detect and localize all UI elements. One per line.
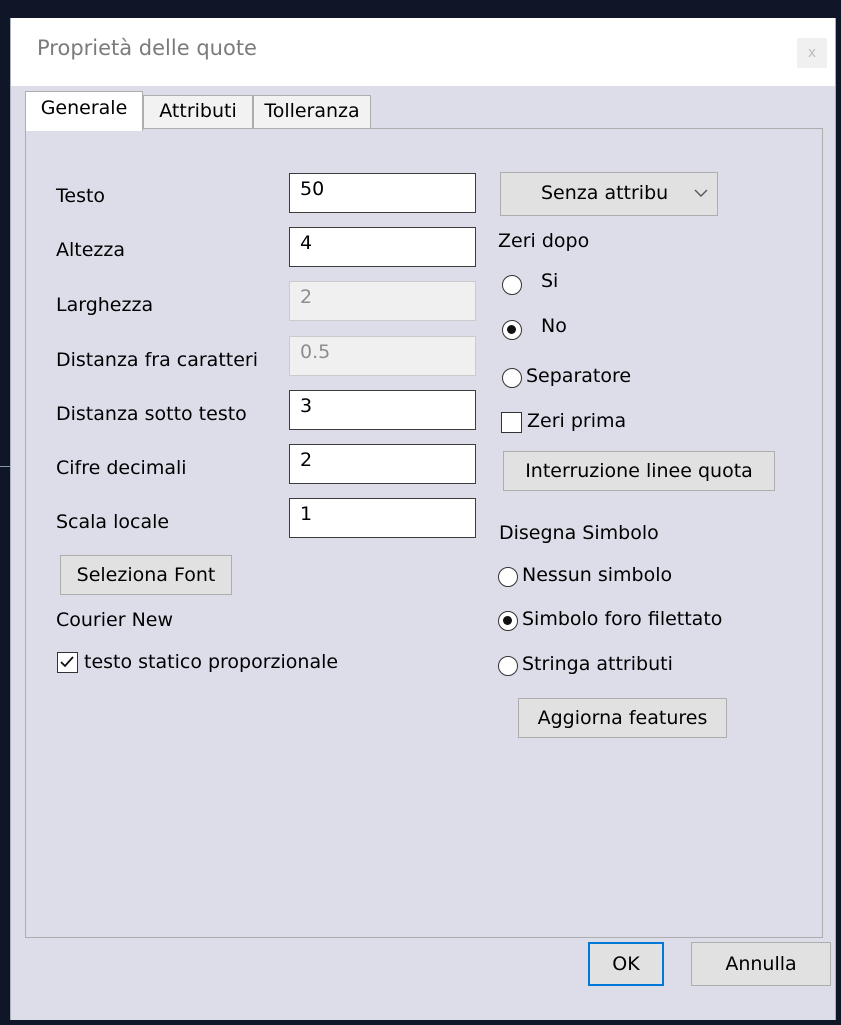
distance-below-text-input[interactable]: 3 <box>289 390 476 430</box>
zeros-after-title: Zeri dopo <box>498 230 590 252</box>
attribute-string-label[interactable]: Stringa attributi <box>522 653 673 675</box>
threaded-hole-symbol-radio[interactable] <box>498 611 518 631</box>
decimal-digits-label: Cifre decimali <box>56 457 187 479</box>
tab-attributi[interactable]: Attributi <box>143 95 253 128</box>
close-button[interactable]: x <box>797 38 827 68</box>
tab-generale[interactable]: Generale <box>25 91 143 131</box>
local-scale-input[interactable]: 1 <box>289 498 476 538</box>
no-symbol-radio[interactable] <box>498 567 518 587</box>
window-title: Proprietà delle quote <box>37 36 257 60</box>
font-name: Courier New <box>56 609 174 631</box>
zeros-after-separator-label[interactable]: Separatore <box>526 365 631 387</box>
no-symbol-label[interactable]: Nessun simbolo <box>522 564 672 586</box>
char-spacing-label: Distanza fra caratteri <box>56 349 259 371</box>
width-input: 2 <box>289 281 476 321</box>
zeros-before-checkbox[interactable] <box>501 412 522 433</box>
select-font-button[interactable]: Seleziona Font <box>60 555 232 595</box>
title-bar[interactable]: Proprietà delle quote x <box>11 18 835 86</box>
zeros-after-si-label[interactable]: Si <box>541 270 558 292</box>
dimension-break-button[interactable]: Interruzione linee quota <box>503 451 775 491</box>
attribute-select[interactable]: Senza attribu <box>500 172 718 216</box>
draw-symbol-title: Disegna Simbolo <box>499 522 659 544</box>
tab-tolleranza[interactable]: Tolleranza <box>253 95 371 128</box>
update-features-button[interactable]: Aggiorna features <box>518 698 727 738</box>
checkmark-icon <box>60 656 74 668</box>
threaded-hole-symbol-label[interactable]: Simbolo foro filettato <box>522 608 722 630</box>
proportional-checkbox[interactable] <box>57 652 78 673</box>
zeros-after-si-radio[interactable] <box>502 275 522 295</box>
proportional-label[interactable]: testo statico proporzionale <box>84 651 338 673</box>
width-label: Larghezza <box>56 294 154 316</box>
text-label: Testo <box>56 185 106 207</box>
text-input[interactable]: 50 <box>289 173 476 213</box>
ok-button[interactable]: OK <box>588 942 664 986</box>
zeros-before-label[interactable]: Zeri prima <box>527 410 626 432</box>
desktop-divider <box>0 466 10 467</box>
local-scale-label: Scala locale <box>56 511 170 533</box>
cancel-button[interactable]: Annulla <box>691 942 831 986</box>
attribute-select-value: Senza attribu <box>541 182 669 204</box>
attribute-string-radio[interactable] <box>498 656 518 676</box>
chevron-down-icon <box>694 189 708 197</box>
dimension-properties-dialog: Proprietà delle quote x Generale Attribu… <box>10 18 836 1020</box>
decimal-digits-input[interactable]: 2 <box>289 444 476 484</box>
height-label: Altezza <box>56 239 126 261</box>
height-input[interactable]: 4 <box>289 227 476 267</box>
zeros-after-separator-radio[interactable] <box>502 368 522 388</box>
zeros-after-no-label[interactable]: No <box>541 315 567 337</box>
zeros-after-no-radio[interactable] <box>502 320 522 340</box>
distance-below-text-label: Distanza sotto testo <box>56 403 247 425</box>
close-icon: x <box>807 45 817 61</box>
char-spacing-input: 0.5 <box>289 336 476 376</box>
